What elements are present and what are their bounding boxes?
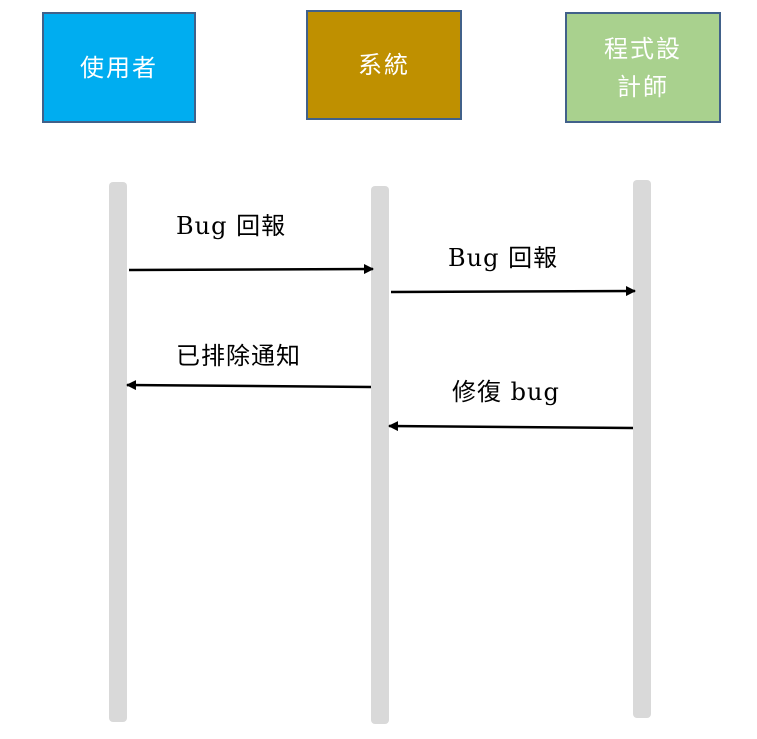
message-label-fixed-notice: 已排除通知: [176, 342, 301, 370]
arrow-developer-to-system: [388, 421, 634, 432]
message-label-bug-report-1: Bug 回報: [176, 212, 287, 240]
arrow-system-to-user: [126, 380, 372, 391]
arrow-user-to-system: [128, 264, 374, 275]
arrow-system-to-developer: [390, 286, 636, 297]
message-label-bug-report-2: Bug 回報: [448, 244, 559, 272]
message-label-fix-bug: 修復 bug: [452, 378, 560, 406]
message-arrows: [126, 264, 636, 432]
